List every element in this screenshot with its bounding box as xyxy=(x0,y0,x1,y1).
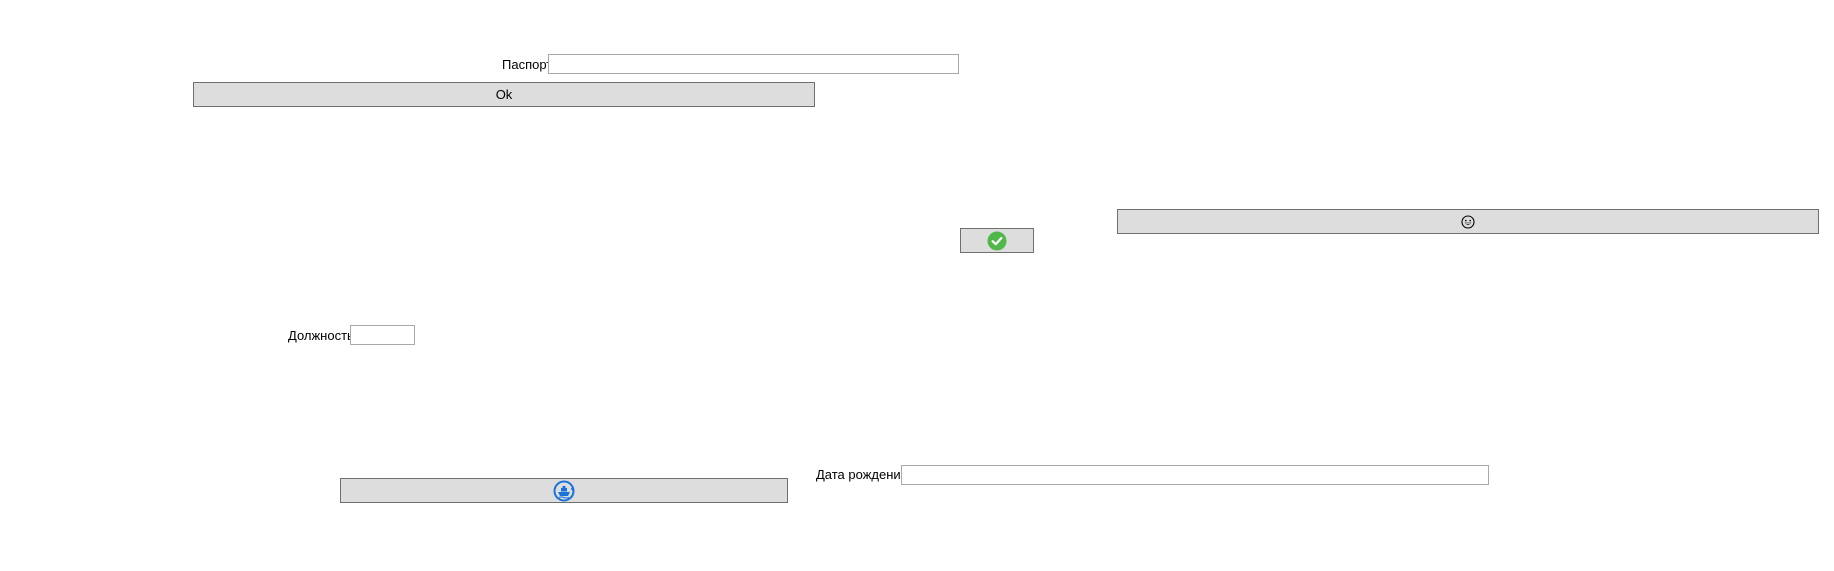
face-button[interactable] xyxy=(1117,209,1819,234)
ship-icon xyxy=(553,480,575,502)
check-circle-icon xyxy=(987,231,1007,251)
ship-button[interactable] xyxy=(340,478,788,503)
confirm-button[interactable] xyxy=(960,228,1034,253)
passport-input[interactable] xyxy=(548,54,959,74)
ok-button[interactable]: Ok xyxy=(193,82,815,107)
form-canvas: Паспорт Ok Должность Дата рождения xyxy=(0,0,1834,571)
passport-label: Паспорт xyxy=(502,57,553,72)
birthdate-label: Дата рождения xyxy=(816,467,908,482)
grinning-face-icon xyxy=(1461,214,1475,229)
position-label: Должность xyxy=(288,328,354,343)
birthdate-input[interactable] xyxy=(901,465,1489,485)
position-input[interactable] xyxy=(350,325,415,345)
